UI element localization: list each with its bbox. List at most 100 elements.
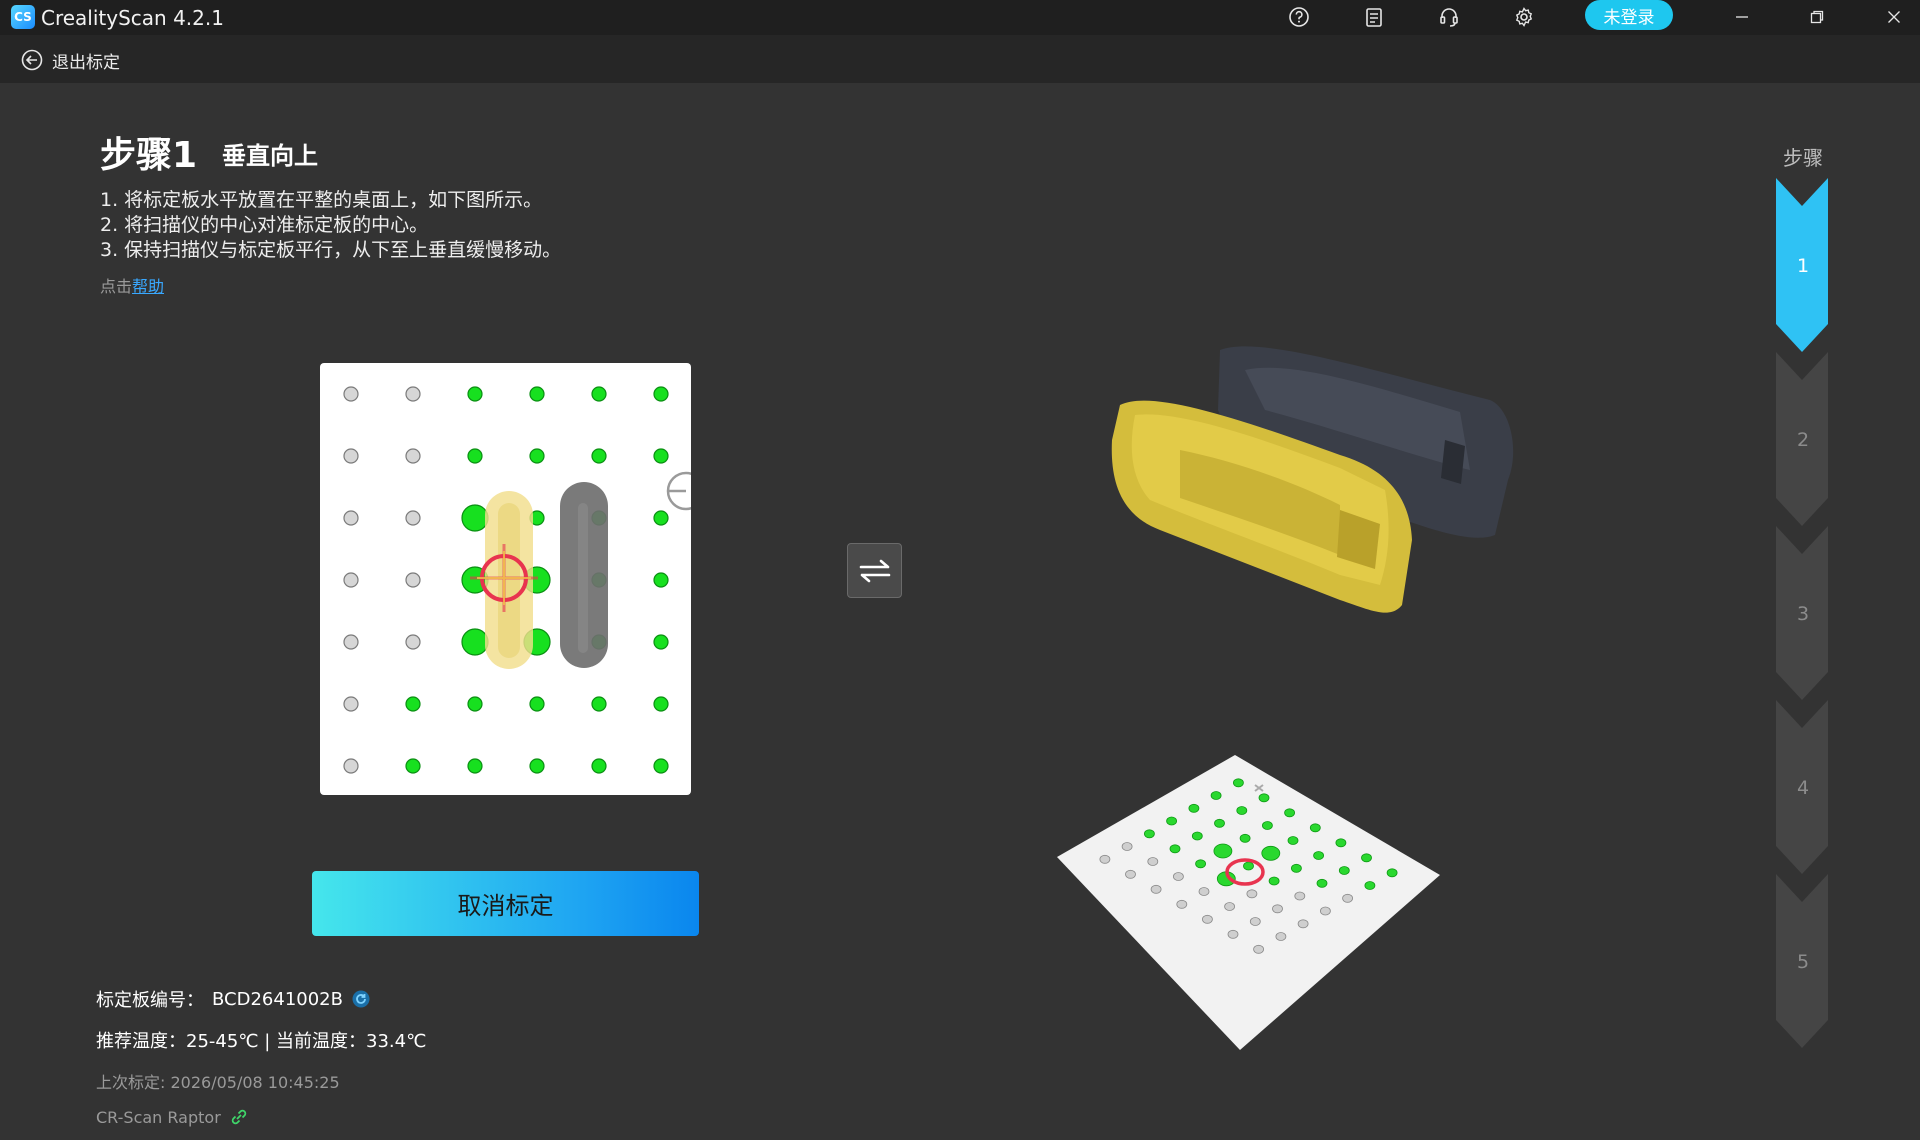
board-dot — [405, 386, 421, 402]
board-dot — [529, 386, 545, 402]
board-3d-dot — [1261, 845, 1281, 861]
board-3d-dot — [1166, 816, 1178, 826]
board-dot — [591, 696, 607, 712]
device-row: CR-Scan Raptor — [96, 1107, 249, 1127]
board-3d-dot — [1342, 893, 1354, 903]
board-dot — [343, 572, 359, 588]
instruction-line-2: 2. 将扫描仪的中心对准标定板的中心。 — [100, 214, 429, 236]
step-number-3: 3 — [1796, 603, 1810, 625]
link-icon — [231, 1109, 246, 1125]
board-3d-dot — [1361, 853, 1372, 863]
step-subtitle: 垂直向上 — [222, 142, 318, 170]
board-3d-dot — [1188, 803, 1200, 813]
board-3d-dot — [1287, 836, 1299, 845]
notes-icon[interactable] — [1361, 4, 1387, 30]
board-dot — [405, 448, 421, 464]
board-3d-dot — [1272, 904, 1283, 914]
calibration-board-3d — [1057, 755, 1440, 1050]
board-3d-dot — [1268, 876, 1280, 886]
board-3d-dot — [1338, 866, 1350, 875]
board-3d-dot — [1239, 833, 1251, 843]
board-3d-dot — [1227, 929, 1239, 939]
board-3d-dot — [1176, 899, 1188, 909]
board-3d-dot — [1294, 891, 1306, 901]
board-dot — [467, 448, 483, 464]
calibration-board-graphic — [343, 386, 691, 774]
board-3d-dot — [1121, 842, 1133, 851]
board-3d-dot — [1386, 868, 1398, 878]
swap-view-button[interactable] — [847, 543, 902, 598]
scanner-3d-graphic — [1057, 346, 1514, 1050]
board-dot — [529, 696, 545, 712]
board-3d-dot — [1236, 806, 1248, 815]
board-3d-dot — [1201, 914, 1213, 924]
step-number-2: 2 — [1796, 429, 1810, 451]
board-dot — [343, 448, 359, 464]
board-3d-dot — [1364, 881, 1376, 890]
board-3d-dot — [1210, 791, 1222, 800]
board-3d-dot — [1144, 829, 1155, 839]
board-dot — [343, 758, 359, 774]
board-3d-dot — [1249, 917, 1261, 926]
help-prefix: 点击 — [100, 277, 133, 296]
help-line: 点击帮助 — [100, 273, 164, 297]
board-3d-dot — [1099, 854, 1111, 864]
steps-panel-label: 步骤 — [1783, 146, 1823, 170]
board-dot — [591, 758, 607, 774]
board-3d-dot — [1169, 844, 1181, 854]
board-3d-dot — [1246, 889, 1258, 899]
board-3d-dot — [1198, 887, 1210, 896]
device-name: CR-Scan Raptor — [96, 1107, 221, 1127]
board-3d-dot — [1275, 932, 1287, 941]
board-dot — [405, 634, 421, 650]
board-dot — [461, 504, 489, 532]
board-3d-dot — [1313, 851, 1325, 860]
step-title: 步骤1 — [100, 135, 198, 176]
board-dot — [467, 696, 483, 712]
board-3d-dot — [1335, 838, 1347, 848]
board-id-value: BCD2641002B — [212, 988, 343, 1010]
board-dot — [343, 696, 359, 712]
refresh-icon[interactable] — [351, 989, 371, 1009]
board-3d-dot — [1253, 944, 1265, 954]
board-3d-dot — [1258, 793, 1270, 803]
step-number-1: 1 — [1796, 255, 1810, 277]
board-3d-dot — [1319, 906, 1331, 916]
board-dot — [405, 758, 421, 774]
board-3d-dot — [1290, 863, 1302, 873]
step-number-4: 4 — [1796, 777, 1810, 799]
board-3d-dot — [1147, 857, 1159, 866]
board-3d-dot — [1261, 821, 1273, 830]
calibration-window: CS CrealityScan 4.2.1 未登录 退出标定 步骤1 垂直向上 … — [0, 0, 1920, 1140]
scanner-3d-preview — [1040, 330, 1520, 1070]
board-3d-dot — [1172, 872, 1184, 881]
exit-calibration-button[interactable]: 退出标定 — [20, 47, 120, 73]
cancel-calibration-button[interactable]: 取消标定 — [312, 871, 699, 936]
board-dot — [591, 448, 607, 464]
login-button[interactable]: 未登录 — [1585, 0, 1673, 30]
help-link[interactable]: 帮助 — [132, 277, 164, 296]
board-dot — [343, 386, 359, 402]
board-dot — [405, 510, 421, 526]
settings-gear-icon[interactable] — [1511, 4, 1537, 30]
close-icon[interactable] — [1879, 3, 1909, 31]
board-id-row: 标定板编号： BCD2641002B — [96, 986, 371, 1012]
board-dot — [653, 510, 669, 526]
restore-icon[interactable] — [1802, 3, 1832, 31]
board-dot — [467, 386, 483, 402]
board-dot — [653, 758, 669, 774]
calibration-board-guide — [320, 363, 691, 795]
minimize-icon[interactable] — [1727, 3, 1757, 31]
board-3d-dot — [1284, 808, 1296, 818]
board-3d-dot — [1125, 869, 1136, 879]
board-3d-dot — [1191, 831, 1203, 841]
support-headset-icon[interactable] — [1436, 4, 1462, 30]
last-calibration-time: 上次标定: 2026/05/08 10:45:25 — [96, 1073, 340, 1092]
board-dot — [529, 448, 545, 464]
board-dot — [343, 510, 359, 526]
help-icon[interactable] — [1286, 4, 1312, 30]
exit-calibration-label: 退出标定 — [52, 52, 120, 73]
board-dot — [529, 758, 545, 774]
swap-arrows-icon — [859, 559, 890, 582]
app-logo-icon: CS — [11, 5, 35, 29]
